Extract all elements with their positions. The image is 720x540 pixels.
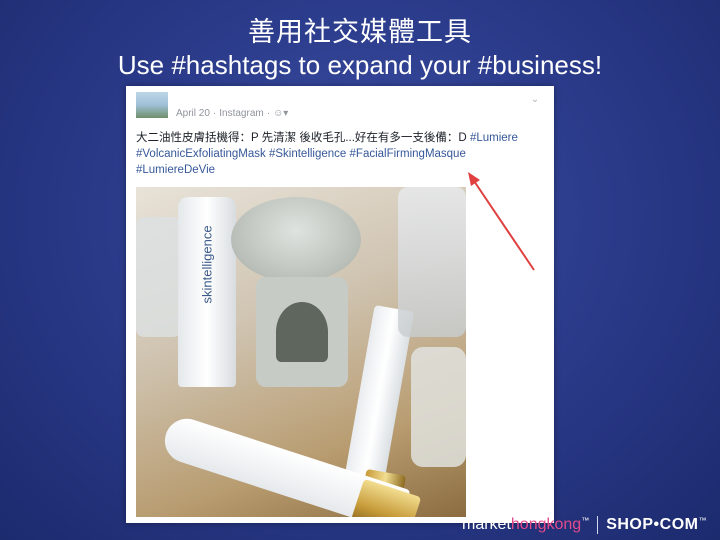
brand-footer: markethongkong™ SHOP•COM™	[462, 516, 720, 538]
annotation-arrow-icon	[468, 172, 535, 271]
glass-jar-right	[398, 187, 466, 337]
brand-shop-com: SHOP•COM	[606, 516, 699, 534]
post-options-chevron-icon[interactable]: ⌄	[528, 94, 542, 106]
tree-cutout	[276, 302, 328, 362]
meta-separator-2: ·	[266, 108, 271, 119]
post-meta: April 20 · Instagram · ☺▾	[176, 108, 288, 119]
hashtag-link[interactable]: #LumiereDeVie	[136, 164, 215, 176]
slide-title: 善用社交媒體工具	[248, 17, 472, 48]
avatar[interactable]	[136, 92, 168, 118]
hashtag-link[interactable]: #VolcanicExfoliatingMask	[136, 148, 266, 160]
glass-jar-left	[136, 217, 181, 337]
post-header: April 20 · Instagram · ☺▾ ⌄	[136, 92, 546, 122]
hashtag-link[interactable]: #Skintelligence	[269, 148, 346, 160]
hashtag-link[interactable]: #FacialFirmingMasque	[350, 148, 466, 160]
glass-jar-right-lower	[411, 347, 466, 467]
facebook-post: April 20 · Instagram · ☺▾ ⌄ 大二油性皮膚括機得：P 先清潔 …	[126, 86, 554, 523]
slide-subtitle: Use #hashtags to expand your #business!	[117, 50, 603, 80]
oil-burner-base	[256, 277, 348, 387]
brand-shop-tm: ™	[698, 516, 707, 525]
bottle-label: skintelligence	[199, 225, 215, 304]
post-photo[interactable]: skintelligence	[136, 187, 466, 517]
brand-hongkong: hongkong	[510, 516, 582, 534]
brand-market: market	[462, 516, 511, 534]
caption-text: 大二油性皮膚括機得：P 先清潔 後收毛孔...好在有多一支後備：D	[136, 132, 470, 144]
oil-burner-bowl	[231, 197, 361, 282]
post-source[interactable]: Instagram	[219, 108, 263, 119]
audience-icon[interactable]: ☺▾	[273, 108, 288, 119]
hashtag-link[interactable]: #Lumiere	[470, 132, 518, 144]
meta-separator: ·	[212, 108, 217, 119]
brand-tm: ™	[581, 516, 590, 525]
skincare-bottle: skintelligence	[178, 197, 236, 387]
brand-divider	[597, 516, 599, 534]
post-date[interactable]: April 20	[176, 108, 210, 119]
